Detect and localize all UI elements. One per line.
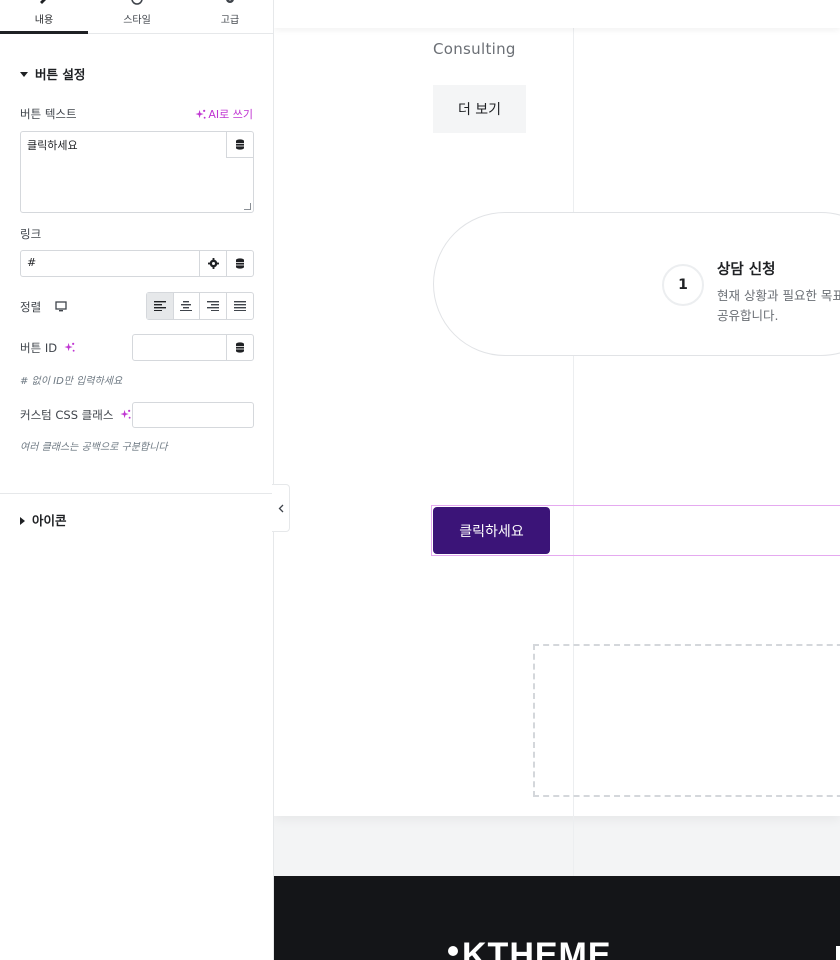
button-settings-title: 버튼 설정 — [35, 67, 86, 82]
icon-section-header[interactable]: 아이콘 — [20, 510, 67, 529]
link-label: 링크 — [20, 227, 42, 241]
button-text-label: 버튼 텍스트 — [20, 107, 77, 121]
icon-section-title: 아이콘 — [32, 513, 67, 528]
consulting-text: Consulting — [433, 40, 516, 58]
align-justify-icon — [233, 301, 246, 311]
align-right-button[interactable] — [200, 293, 227, 319]
css-class-label: 커스텀 CSS 클래스 — [20, 408, 114, 422]
resize-handle[interactable] — [244, 203, 251, 210]
footer-logo[interactable]: KTHEME — [448, 936, 612, 960]
sparkle-icon[interactable] — [120, 409, 131, 420]
button-id-input[interactable] — [132, 334, 254, 361]
ai-write-label: AI로 쓰기 — [208, 108, 253, 121]
cta-button[interactable]: 클릭하세요 — [433, 507, 550, 554]
footer-logo-text: KTHEME — [462, 936, 612, 960]
button-id-label-wrap: 버튼 ID — [20, 340, 75, 356]
tab-style-label: 스타일 — [123, 15, 151, 26]
canvas-top-bar — [274, 0, 840, 28]
css-class-label-wrap: 커스텀 CSS 클래스 — [20, 407, 131, 423]
collapse-panel-button[interactable] — [272, 484, 290, 532]
site-footer: KTHEME — [274, 876, 840, 960]
alignment-control — [146, 292, 254, 320]
panel-tabs: 내용 스타일 고급 — [0, 0, 274, 34]
step-number: 1 — [662, 264, 704, 306]
more-button[interactable]: 더 보기 — [433, 85, 526, 133]
step-description: 현재 상황과 필요한 목표 공유합니다. — [717, 286, 840, 326]
caret-down-icon — [20, 72, 28, 77]
tab-content-label: 내용 — [34, 15, 54, 26]
footer-mark — [836, 946, 840, 960]
tab-content[interactable]: 내용 — [0, 0, 88, 34]
align-center-icon — [180, 301, 193, 311]
tab-advanced[interactable]: 고급 — [186, 0, 274, 34]
link-value: # — [27, 256, 37, 269]
step-desc-line2: 공유합니다. — [717, 308, 779, 323]
chevron-left-icon — [278, 504, 283, 512]
gear-icon — [207, 258, 219, 269]
button-text-textarea[interactable]: 클릭하세요 — [20, 131, 254, 213]
button-id-hint: # 없이 ID만 입력하세요 — [20, 376, 123, 387]
step-desc-line1: 현재 상황과 필요한 목표 — [717, 288, 840, 303]
button-text-value: 클릭하세요 — [27, 139, 78, 152]
align-right-icon — [206, 301, 219, 311]
sparkle-icon — [195, 109, 206, 119]
align-center-button[interactable] — [174, 293, 200, 319]
step-title: 상담 신청 — [717, 262, 776, 278]
database-icon — [236, 139, 244, 150]
link-dynamic-tags-button[interactable] — [226, 251, 253, 276]
ai-write-link[interactable]: AI로 쓰기 — [195, 106, 253, 122]
align-left-icon — [153, 301, 166, 311]
css-class-input[interactable] — [132, 402, 254, 428]
pencil-icon — [40, 0, 46, 4]
tab-style[interactable]: 스타일 — [93, 0, 181, 34]
editor-panel: 내용 스타일 고급 버튼 설정 버튼 텍스트 AI로 쓰기 클릭하세요 링크 # — [0, 0, 274, 960]
button-id-label: 버튼 ID — [20, 341, 58, 355]
preview-canvas: Consulting 더 보기 1 상담 신청 현재 상황과 필요한 목표 공유… — [274, 0, 840, 960]
dynamic-tags-button[interactable] — [226, 132, 253, 158]
align-label: 정렬 — [20, 300, 42, 314]
link-input[interactable]: # — [20, 250, 254, 277]
gear-icon — [226, 0, 234, 3]
css-class-hint: 여러 클래스는 공백으로 구분합니다 — [20, 442, 168, 453]
empty-widget-placeholder[interactable] — [533, 644, 840, 797]
align-justify-button[interactable] — [227, 293, 253, 319]
section-divider — [0, 493, 274, 494]
caret-right-icon — [20, 516, 25, 525]
sparkle-icon[interactable] — [64, 342, 75, 353]
logo-dot — [448, 946, 458, 956]
link-options-button[interactable] — [199, 251, 226, 276]
column-guide — [573, 0, 574, 960]
align-label-wrap: 정렬 — [20, 299, 67, 315]
tab-advanced-label: 고급 — [220, 15, 240, 26]
database-icon — [236, 258, 244, 269]
button-id-dynamic-tags-button[interactable] — [226, 335, 253, 360]
align-left-button[interactable] — [147, 293, 174, 319]
button-settings-header[interactable]: 버튼 설정 — [20, 64, 85, 83]
style-icon — [131, 0, 143, 5]
database-icon — [236, 342, 244, 353]
step-card: 1 상담 신청 현재 상황과 필요한 목표 공유합니다. — [433, 212, 840, 356]
desktop-icon[interactable] — [55, 301, 67, 312]
